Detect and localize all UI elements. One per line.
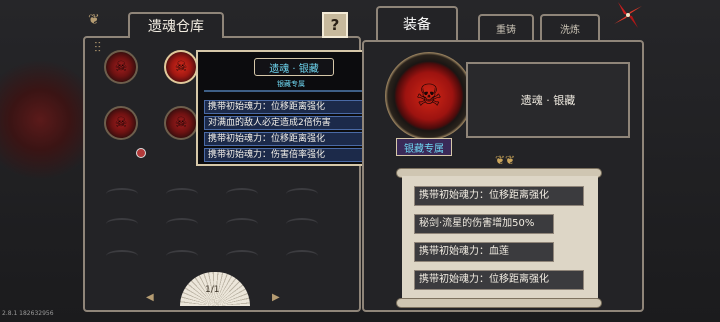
tooltip-affix-list: 携带初始魂力：位移距离强化 对满血的敌人必定造成2倍伤害 携带初始魂力：位移距离… bbox=[204, 100, 378, 164]
tooltip-affix: 携带初始魂力：位移距离强化 bbox=[204, 132, 378, 146]
soul-slot-1[interactable]: ☠ bbox=[104, 50, 138, 84]
crest-ornament-icon: ❦❦ bbox=[494, 153, 516, 167]
soul-tooltip: 遗魂 · 银藏 ✹ 银藏专属 携带初始魂力：位移距离强化 对满血的敌人必定造成2… bbox=[196, 50, 386, 166]
tooltip-title: 遗魂 · 银藏 bbox=[254, 58, 334, 76]
affix-row: 携带初始魂力：血莲 bbox=[414, 242, 554, 262]
pinwheel-icon[interactable] bbox=[612, 0, 644, 30]
exclusive-badge: 银藏专属 bbox=[396, 138, 452, 156]
tooltip-affix: 对满血的敌人必定造成2倍伤害 bbox=[204, 116, 378, 130]
skull-icon: ☠ bbox=[174, 115, 188, 131]
page-indicator: 1/1 bbox=[205, 285, 220, 295]
tooltip-subtitle: 银藏专属 bbox=[277, 80, 305, 88]
soul-slot-2[interactable]: ☠ bbox=[164, 50, 198, 84]
soul-slot-3[interactable]: ☠ bbox=[104, 106, 138, 140]
equipped-soul-orb[interactable]: ☠ bbox=[385, 52, 473, 140]
pin-ornament-icon: ⫶⫶ bbox=[94, 40, 101, 56]
skull-icon: ☠ bbox=[114, 59, 128, 75]
affix-row: 携带初始魂力：位移距离强化 bbox=[414, 186, 584, 206]
tab-equip[interactable]: 装备 bbox=[376, 6, 458, 40]
empty-slot[interactable] bbox=[283, 222, 321, 260]
empty-slot[interactable] bbox=[223, 222, 261, 260]
scroll-ornament-icon: ❦ bbox=[88, 12, 100, 28]
tab-refine[interactable]: 洗炼 bbox=[540, 14, 600, 40]
skull-icon: ☠ bbox=[174, 59, 188, 75]
soul-slot-4[interactable]: ☠ bbox=[164, 106, 198, 140]
skull-icon: ☠ bbox=[114, 115, 128, 131]
empty-slot[interactable] bbox=[103, 222, 141, 260]
help-button[interactable]: ? bbox=[322, 12, 348, 38]
equipped-item-name: 遗魂 · 银藏 bbox=[466, 62, 630, 138]
next-page-icon[interactable]: ▶ bbox=[272, 292, 280, 303]
affix-row: 秘剑·流星的伤害增加50% bbox=[414, 214, 554, 234]
empty-slot[interactable] bbox=[163, 222, 201, 260]
tooltip-affix: 携带初始魂力：伤害倍率强化 bbox=[204, 148, 378, 162]
scroll-rod-bottom bbox=[396, 298, 602, 308]
selected-marker-icon bbox=[136, 148, 146, 158]
tooltip-divider bbox=[204, 90, 378, 92]
tooltip-affix: 携带初始魂力：位移距离强化 bbox=[204, 100, 378, 114]
affix-row: 携带初始魂力：位移距离强化 bbox=[414, 270, 584, 290]
version-label: 2.8.1 182632956 bbox=[2, 310, 54, 317]
tab-reforge[interactable]: 重铸 bbox=[478, 14, 534, 40]
skull-icon: ☠ bbox=[415, 78, 443, 114]
storage-title: 遗魂仓库 bbox=[128, 12, 224, 38]
prev-page-icon[interactable]: ◀ bbox=[146, 292, 154, 303]
affix-scroll: 携带初始魂力：位移距离强化 秘剑·流星的伤害增加50% 携带初始魂力：血莲 携带… bbox=[402, 176, 598, 298]
